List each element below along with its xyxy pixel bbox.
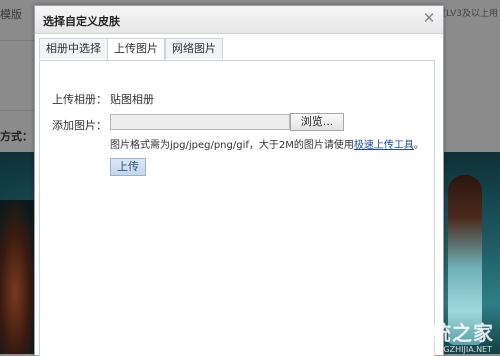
custom-skin-dialog: 选择自定义皮肤 ✕ 相册中选择 上传图片 网络图片 上传相册： 贴图相册 添加图… (34, 5, 444, 356)
watermark-logo: 系统之家 (410, 321, 494, 345)
add-image-label: 添加图片： (52, 119, 107, 132)
upload-button[interactable]: 上传 (110, 158, 146, 176)
dialog-title: 选择自定义皮肤 (43, 15, 120, 28)
tab-upload-image[interactable]: 上传图片 (107, 38, 165, 61)
album-label: 上传相册： (52, 93, 107, 106)
tab-album-select[interactable]: 相册中选择 (39, 38, 108, 59)
tab-web-image[interactable]: 网络图片 (165, 38, 223, 59)
dialog-header: 选择自定义皮肤 ✕ (35, 6, 443, 34)
file-path-input[interactable] (110, 114, 290, 130)
watermark-url: XITONGZHIJIA.NET (418, 345, 492, 354)
background-divider (0, 40, 36, 41)
hint-text: 图片格式需为jpg/jpeg/png/gif，大于2M的图片请使用 (110, 140, 354, 151)
background-divider (0, 110, 36, 111)
close-icon[interactable]: ✕ (421, 10, 437, 26)
background-mode-label: 方式： (0, 130, 33, 143)
skin-preview-left-detail (0, 200, 38, 354)
album-value: 贴图相册 (110, 93, 154, 106)
upload-panel: 上传相册： 贴图相册 添加图片： 浏览... 图片格式需为jpg/jpeg/pn… (39, 60, 435, 356)
browse-button[interactable]: 浏览... (290, 113, 344, 131)
upload-hint: 图片格式需为jpg/jpeg/png/gif，大于2M的图片请使用极速上传工具。 (110, 136, 424, 151)
background-template-text: 模版 (0, 8, 22, 21)
hint-end: 。 (413, 140, 424, 151)
fast-upload-tool-link[interactable]: 极速上传工具 (354, 140, 414, 151)
